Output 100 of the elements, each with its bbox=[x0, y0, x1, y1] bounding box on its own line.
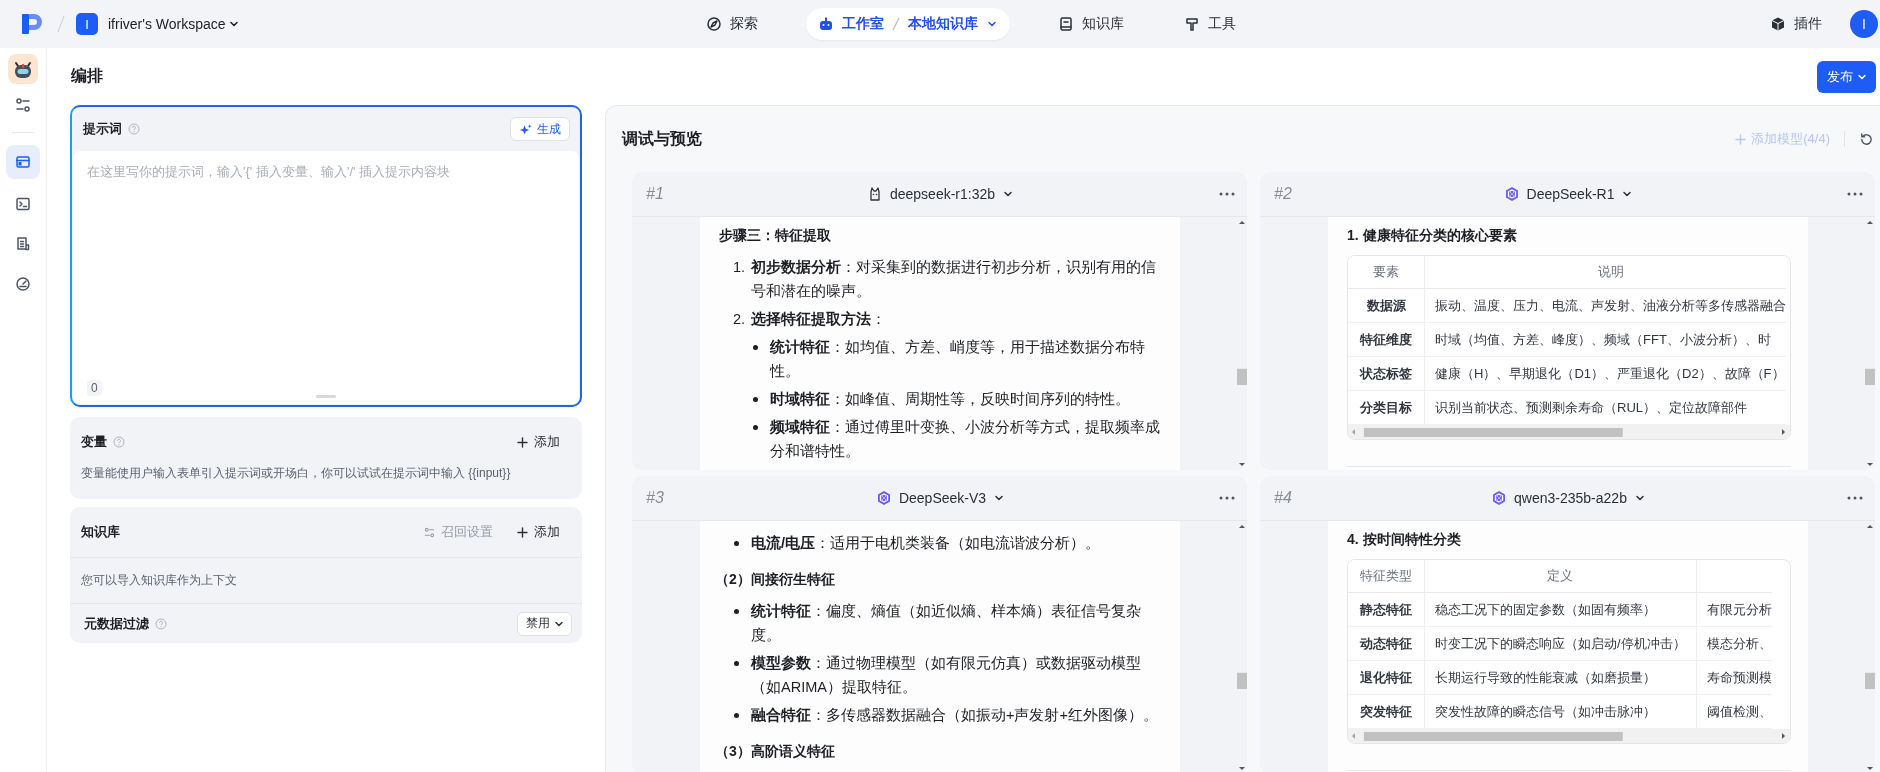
workspace-switcher[interactable]: ifriver's Workspace bbox=[108, 16, 240, 32]
model-selector[interactable]: deepseek-r1:32b bbox=[866, 186, 1015, 202]
section-title: 变量 bbox=[81, 433, 107, 451]
table-cell: 分类目标 bbox=[1348, 390, 1425, 425]
refresh-icon[interactable] bbox=[1859, 131, 1874, 147]
list-number: 2. bbox=[733, 310, 747, 329]
separator-icon bbox=[892, 17, 900, 31]
generate-button[interactable]: 生成 bbox=[510, 117, 570, 141]
user-avatar[interactable]: I bbox=[1850, 10, 1878, 38]
filter-select[interactable]: 禁用 bbox=[517, 611, 572, 636]
table-cell: 数据源 bbox=[1348, 288, 1425, 323]
section-title: 知识库 bbox=[81, 523, 120, 541]
section-heading: 步骤三：特征提取 bbox=[719, 226, 832, 245]
list-item: 频域特征：通过傅里叶变换、小波分析等方式，提取频率成分和谱特性。 bbox=[770, 418, 1161, 461]
add-button[interactable]: 添加 bbox=[517, 433, 572, 451]
table-cell: 特征维度 bbox=[1348, 322, 1425, 357]
bullet-dot bbox=[753, 397, 758, 402]
list-item: 统计特征：偏度、熵值（如近似熵、样本熵）表征信号复杂度。 bbox=[751, 602, 1142, 645]
bullet-dot bbox=[734, 609, 739, 614]
hexagon-icon bbox=[875, 490, 892, 506]
table-cell: 阈值检测、 bbox=[1696, 694, 1772, 729]
list-item: 融合特征：多传感器数据融合（如振动+声发射+红外图像）。 bbox=[751, 706, 1159, 725]
sidebar-item[interactable] bbox=[6, 145, 40, 179]
table-cell: 稳态工况下的固定参数（如固有频率） bbox=[1424, 592, 1697, 627]
list-item: 时域特征：如峰值、周期性等，反映时间序列的特性。 bbox=[770, 390, 1131, 409]
table-cell: 动态特征 bbox=[1348, 626, 1425, 661]
list-item: 初步数据分析：对采集到的数据进行初步分析，识别有用的信号和潜在的噪声。 bbox=[751, 258, 1157, 301]
plus-icon bbox=[517, 526, 528, 538]
section-heading: 1. 健康特征分类的核心要素 bbox=[1347, 226, 1518, 245]
nav-tab[interactable]: 探索 bbox=[694, 8, 770, 40]
add-button[interactable]: 添加 bbox=[517, 523, 572, 541]
hammer-icon bbox=[1184, 16, 1200, 32]
gauge-icon[interactable] bbox=[15, 276, 31, 292]
table-cell: 突发特征 bbox=[1348, 694, 1425, 729]
column-header: 定义 bbox=[1424, 560, 1697, 593]
character-count: 0 bbox=[87, 380, 102, 396]
bullet-dot bbox=[734, 661, 739, 666]
scrollbar-drawing[interactable] bbox=[1348, 729, 1790, 743]
table-cell: 退化特征 bbox=[1348, 660, 1425, 695]
robot-icon bbox=[818, 16, 834, 32]
table-cell: 时域（均值、方差、峰度）、频域（FFT、小波分析）、时 bbox=[1424, 322, 1786, 357]
resize-handle[interactable] bbox=[316, 395, 336, 398]
sliders-icon bbox=[424, 526, 435, 538]
plus-icon bbox=[517, 436, 528, 448]
column-header: 特征类型 bbox=[1348, 560, 1425, 593]
table-cell: 突发性故障的瞬态信号（如冲击脉冲） bbox=[1424, 694, 1697, 729]
table-cell: 时变工况下的瞬态响应（如启动/停机冲击） bbox=[1424, 626, 1697, 661]
more-icon[interactable] bbox=[1847, 496, 1863, 500]
plugins-link[interactable]: 插件 bbox=[1770, 15, 1822, 33]
table-cell: 寿命预测模 bbox=[1696, 660, 1772, 695]
column-header: 说明 bbox=[1424, 256, 1786, 289]
more-icon[interactable] bbox=[1219, 496, 1235, 500]
publish-button[interactable]: 发布 bbox=[1817, 60, 1876, 93]
more-icon[interactable] bbox=[1847, 192, 1863, 196]
table-cell: 识别当前状态、预测剩余寿命（RUL）、定位故障部件 bbox=[1424, 390, 1786, 425]
description-text: 您可以导入知识库作为上下文 bbox=[80, 572, 238, 589]
workspace-badge: I bbox=[76, 13, 98, 35]
more-icon[interactable] bbox=[1219, 192, 1235, 196]
section-title: 提示词 bbox=[83, 120, 122, 138]
document-icon[interactable] bbox=[15, 236, 31, 252]
nav-tab[interactable]: 知识库 bbox=[1046, 8, 1136, 40]
model-selector[interactable]: qwen3-235b-a22b bbox=[1491, 490, 1646, 506]
table-cell: 模态分析、 bbox=[1696, 626, 1772, 661]
window-icon[interactable] bbox=[15, 154, 31, 170]
section-heading: 4. 按时间特性分类 bbox=[1347, 530, 1462, 549]
list-item: 选择特征提取方法： 统计特征：如均值、方差、峭度等，用于描述数据分布特性。 时域特征：如峰值、周期性等，反映时间序列的特性。 频域特征：通过傅里叶变换、小波分析等方式，提取频率成分和谱特性。 bbox=[751, 307, 1163, 463]
table-cell: 振动、温度、压力、电流、声发射、油液分析等多传感器融合 bbox=[1424, 288, 1786, 323]
list-item: 统计特征：如均值、方差、峭度等，用于描述数据分布特性。 bbox=[770, 338, 1146, 381]
table-cell: 状态标签 bbox=[1348, 356, 1425, 391]
nav-tab[interactable]: 工作室 本地知识库 bbox=[806, 8, 1010, 40]
nav-tab[interactable]: 工具 bbox=[1172, 8, 1248, 40]
separator-icon bbox=[56, 15, 66, 33]
sparkle-icon bbox=[519, 122, 532, 136]
plus-icon bbox=[1735, 133, 1747, 145]
table-cell: 有限元分析 bbox=[1696, 592, 1772, 627]
scrollbar-drawing[interactable] bbox=[1348, 425, 1790, 439]
bullet-dot bbox=[753, 425, 758, 430]
model-selector[interactable]: DeepSeek-R1 bbox=[1503, 186, 1634, 202]
model-selector[interactable]: DeepSeek-V3 bbox=[875, 490, 1006, 506]
panel-number: #4 bbox=[1274, 489, 1292, 507]
list-item: 电流/电压：适用于电机类装备（如电流谐波分析）。 bbox=[751, 534, 1102, 553]
panel-title: 调试与预览 bbox=[622, 128, 702, 149]
bullet-dot bbox=[734, 541, 739, 546]
bullet-dot bbox=[734, 713, 739, 718]
table-cell: 长期运行导致的性能衰减（如磨损量） bbox=[1424, 660, 1697, 695]
panel-number: #3 bbox=[646, 489, 664, 507]
section-heading: （3）高阶语义特征 bbox=[715, 742, 836, 761]
table-cell: 健康（H）、早期退化（D1）、严重退化（D2）、故障（F） bbox=[1424, 356, 1786, 391]
hexagon-icon bbox=[1503, 186, 1520, 202]
list-item: 模型参数：通过物理模型（如有限元仿真）或数据驱动模型（如ARIMA）提取特征。 bbox=[751, 654, 1142, 697]
list-number: 1. bbox=[733, 258, 747, 277]
page-title: 编排 bbox=[71, 66, 103, 86]
hexagon-icon bbox=[1491, 490, 1508, 506]
description-text: 变量能使用户输入表单引入提示词或开场白，你可以试试在提示词中输入 {{input}} bbox=[80, 465, 512, 482]
sliders-icon[interactable] bbox=[15, 97, 31, 113]
field-label: 元数据过滤 bbox=[84, 614, 149, 633]
terminal-icon[interactable] bbox=[15, 196, 31, 212]
cube-icon bbox=[1770, 16, 1786, 32]
section-heading: （2）间接衍生特征 bbox=[715, 570, 836, 589]
table-cell: 静态特征 bbox=[1348, 592, 1425, 627]
